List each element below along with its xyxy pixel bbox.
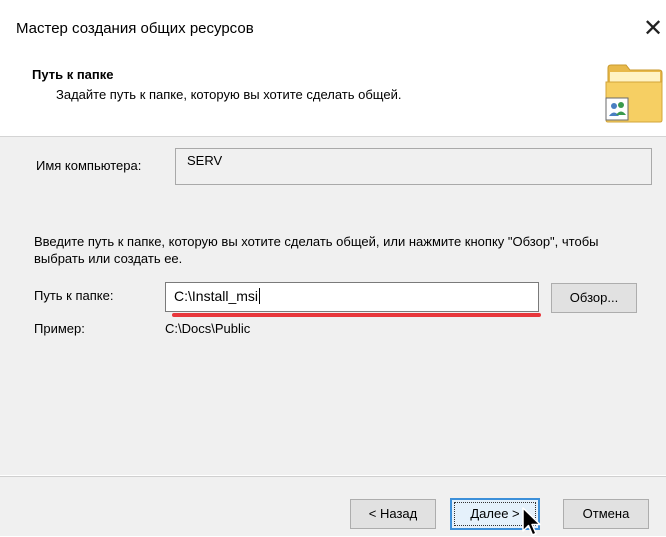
back-button[interactable]: < Назад	[350, 499, 436, 529]
instructions-text: Введите путь к папке, которую вы хотите …	[34, 234, 599, 266]
folder-path-value: C:\Install_msi	[174, 288, 259, 304]
mouse-cursor-icon	[522, 507, 541, 536]
window-title: Мастер создания общих ресурсов	[16, 20, 254, 37]
close-button[interactable]: ✕	[640, 14, 666, 44]
wizard-content: Имя компьютера: SERV Введите путь к папк…	[0, 137, 666, 475]
example-value: C:\Docs\Public	[165, 321, 251, 336]
wizard-footer: < Назад Далее > Отмена	[0, 476, 666, 536]
shared-folder-icon	[605, 64, 663, 123]
wizard-header: Путь к папке Задайте путь к папке, котор…	[0, 56, 666, 137]
title-bar: Мастер создания общих ресурсов ✕	[0, 0, 666, 56]
folder-path-input[interactable]: C:\Install_msi	[165, 282, 539, 312]
computer-name-field: SERV	[175, 148, 652, 185]
folder-path-label: Путь к папке:	[34, 288, 114, 303]
page-subtitle: Задайте путь к папке, которую вы хотите …	[56, 87, 402, 102]
example-label: Пример:	[34, 321, 85, 336]
text-caret	[259, 288, 261, 304]
close-icon: ✕	[642, 15, 664, 42]
page-title: Путь к папке	[32, 67, 114, 82]
browse-button[interactable]: Обзор...	[551, 283, 637, 313]
computer-name-label: Имя компьютера:	[36, 158, 142, 173]
cancel-button[interactable]: Отмена	[563, 499, 649, 529]
highlight-underline	[172, 313, 541, 317]
computer-name-value: SERV	[187, 153, 223, 168]
